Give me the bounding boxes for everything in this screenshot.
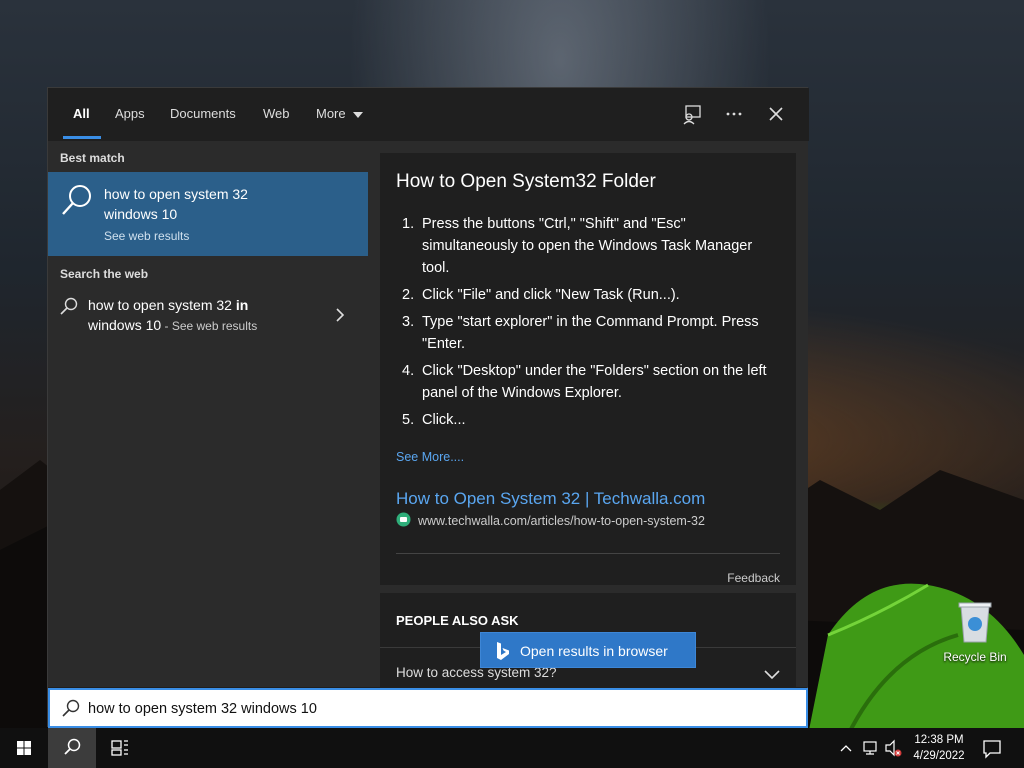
- tab-more[interactable]: More: [316, 106, 364, 121]
- tab-apps[interactable]: Apps: [115, 106, 145, 121]
- task-view-button[interactable]: [96, 728, 144, 768]
- answer-step: 3. Type "start explorer" in the Command P…: [402, 314, 759, 352]
- search-icon: [64, 738, 81, 755]
- taskbar: 12:38 PM 4/29/2022: [0, 728, 1024, 768]
- search-tab-bar: All Apps Documents Web More: [48, 88, 809, 141]
- open-in-browser-label: Open results in browser: [520, 643, 668, 659]
- taskbar-clock[interactable]: 12:38 PM 4/29/2022: [904, 732, 974, 764]
- web-result-line2: windows 10 - See web results: [88, 317, 258, 333]
- search-icon: [60, 297, 78, 315]
- start-button[interactable]: [0, 728, 48, 768]
- see-more-link[interactable]: See More....: [396, 450, 464, 464]
- source-title-link[interactable]: How to Open System 32 | Techwalla.com: [396, 489, 705, 509]
- answer-step: 5. Click...: [402, 412, 466, 428]
- windows-logo-icon: [17, 741, 31, 755]
- search-input[interactable]: [88, 698, 788, 720]
- notification-icon: [983, 740, 1001, 759]
- active-tab-indicator: [63, 136, 101, 139]
- recycle-bin-icon: [955, 600, 995, 644]
- chevron-right-icon[interactable]: [334, 307, 346, 323]
- tab-web[interactable]: Web: [263, 106, 290, 121]
- clock-date: 4/29/2022: [913, 750, 965, 762]
- best-match-title: how to open system 32 windows 10: [104, 186, 248, 222]
- show-hidden-icons-button[interactable]: [836, 728, 856, 768]
- recycle-bin-shortcut[interactable]: Recycle Bin: [940, 600, 1010, 664]
- network-icon: [863, 741, 877, 755]
- search-icon: [62, 699, 80, 717]
- tab-more-label: More: [316, 106, 346, 121]
- source-url[interactable]: www.techwalla.com/articles/how-to-open-s…: [418, 514, 705, 528]
- taskbar-search-button[interactable]: [48, 728, 96, 768]
- chevron-up-icon: [840, 745, 852, 752]
- best-match-subtitle: See web results: [104, 229, 190, 243]
- caret-down-icon: [353, 111, 364, 118]
- people-also-ask-heading: PEOPLE ALSO ASK: [396, 613, 519, 628]
- feedback-icon[interactable]: [680, 102, 704, 126]
- site-favicon-icon: [396, 512, 411, 527]
- search-panel: All Apps Documents Web More Best match h…: [47, 87, 809, 727]
- network-status-button[interactable]: [860, 728, 882, 768]
- tab-all[interactable]: All: [73, 106, 90, 121]
- search-web-heading: Search the web: [60, 267, 149, 281]
- action-center-button[interactable]: [980, 728, 1004, 768]
- preview-pane: How to Open System32 Folder 1. Press the …: [368, 141, 808, 687]
- web-result-line1: how to open system 32 in: [88, 297, 249, 313]
- close-icon[interactable]: [764, 102, 788, 126]
- task-view-icon: [111, 740, 128, 756]
- feedback-link[interactable]: Feedback: [727, 571, 780, 585]
- tab-documents[interactable]: Documents: [170, 106, 236, 121]
- answer-step: 2. Click "File" and click "New Task (Run.…: [402, 287, 680, 303]
- recycle-bin-label: Recycle Bin: [943, 650, 1007, 664]
- clock-time: 12:38 PM: [914, 734, 964, 746]
- chevron-down-icon[interactable]: [764, 667, 780, 680]
- volume-muted-icon: [885, 739, 902, 757]
- search-icon: [60, 183, 94, 217]
- answer-card: How to Open System32 Folder 1. Press the …: [380, 153, 796, 585]
- volume-button[interactable]: [884, 728, 904, 768]
- best-match-heading: Best match: [60, 151, 125, 165]
- results-list: Best match how to open system 32 windows…: [48, 141, 368, 687]
- answer-title: How to Open System32 Folder: [396, 171, 656, 192]
- search-box[interactable]: [48, 688, 808, 728]
- open-in-browser-button[interactable]: Open results in browser: [480, 632, 696, 668]
- bing-icon: [495, 641, 511, 661]
- card-divider: [396, 553, 780, 554]
- best-match-result[interactable]: how to open system 32 windows 10 See web…: [48, 172, 368, 256]
- web-search-result[interactable]: how to open system 32 in windows 10 - Se…: [48, 291, 368, 341]
- answer-step: 4. Click "Desktop" under the "Folders" se…: [402, 363, 767, 401]
- more-options-icon[interactable]: [722, 102, 746, 126]
- answer-step: 1. Press the buttons "Ctrl," "Shift" and …: [402, 216, 753, 276]
- answer-steps: 1. Press the buttons "Ctrl," "Shift" and …: [396, 213, 776, 436]
